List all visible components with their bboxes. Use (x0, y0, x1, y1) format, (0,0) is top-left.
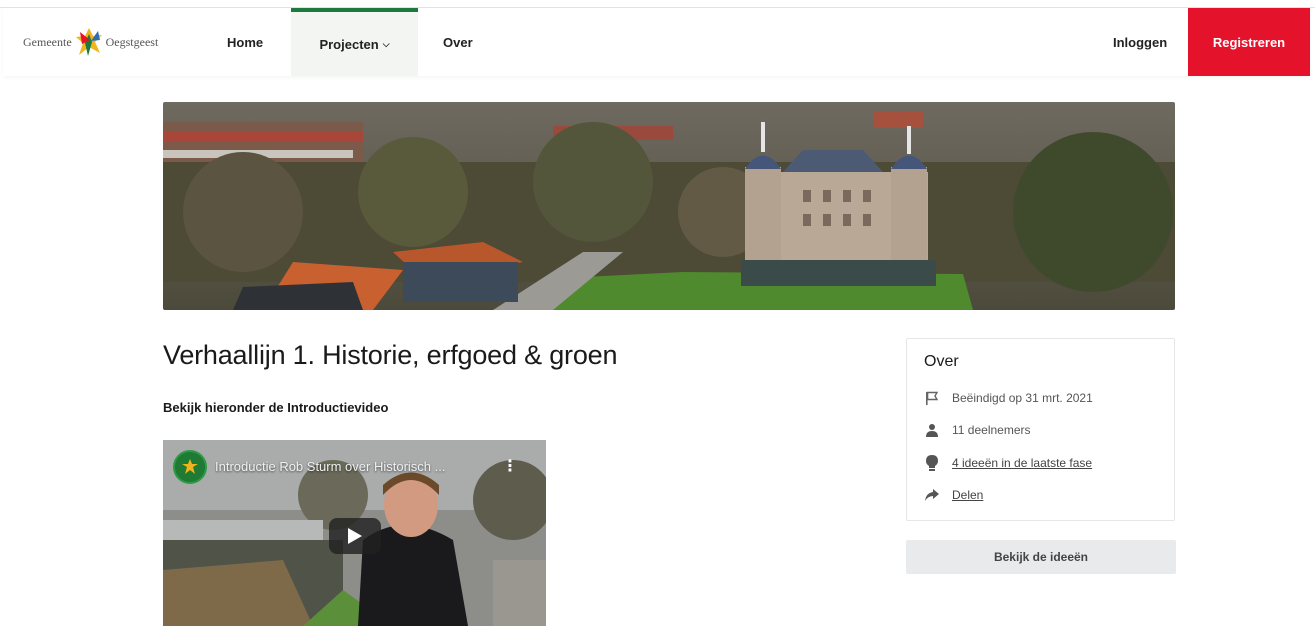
ideas-link[interactable]: 4 ideeën in de laatste fase (952, 456, 1092, 470)
end-date-row: Beëindigd op 31 mrt. 2021 (924, 389, 1093, 407)
play-icon[interactable] (329, 518, 381, 554)
logo-emblem-icon (75, 28, 102, 56)
chevron-down-icon: ⌵ (382, 38, 390, 49)
hero-image (163, 102, 1175, 310)
nav-home[interactable]: Home (227, 8, 263, 76)
video-title[interactable]: Introductie Rob Sturm over Historisch ..… (215, 459, 505, 474)
municipality-logo[interactable]: Gemeente Oegstgeest (23, 26, 158, 58)
video-intro-text: Bekijk hieronder de Introductievideo (163, 400, 389, 415)
nav-projecten-label: Projecten (319, 36, 379, 52)
logo-text-right: Oegstgeest (105, 34, 159, 49)
more-vert-icon[interactable]: ⋮ (502, 456, 518, 476)
lightbulb-icon (924, 455, 940, 471)
register-button[interactable]: Registreren (1188, 8, 1310, 76)
page-title: Verhaallijn 1. Historie, erfgoed & groen (163, 340, 618, 370)
project-info-card: Over Beëindigd op 31 mrt. 2021 11 deelne… (906, 338, 1175, 521)
end-date-text: Beëindigd op 31 mrt. 2021 (952, 391, 1093, 405)
intro-video-player[interactable]: Introductie Rob Sturm over Historisch ..… (163, 440, 546, 626)
logo-text-left: Gemeente (23, 34, 72, 49)
share-link[interactable]: Delen (952, 488, 983, 502)
login-link[interactable]: Inloggen (1113, 8, 1167, 76)
share-icon (924, 487, 940, 503)
share-row[interactable]: Delen (924, 486, 983, 504)
participants-row: 11 deelnemers (924, 421, 1031, 439)
nav-over[interactable]: Over (443, 8, 473, 76)
flag-icon (924, 390, 940, 406)
person-icon (924, 422, 940, 438)
participants-text: 11 deelnemers (952, 423, 1031, 437)
channel-avatar-icon[interactable] (173, 450, 207, 484)
site-header: Gemeente Oegstgeest Home Projecten ⌵ Ove… (3, 8, 1310, 76)
nav-projecten[interactable]: Projecten ⌵ (291, 8, 418, 76)
view-ideas-button[interactable]: Bekijk de ideeën (906, 540, 1176, 574)
ideas-row[interactable]: 4 ideeën in de laatste fase (924, 454, 1092, 472)
card-title: Over (924, 353, 959, 370)
